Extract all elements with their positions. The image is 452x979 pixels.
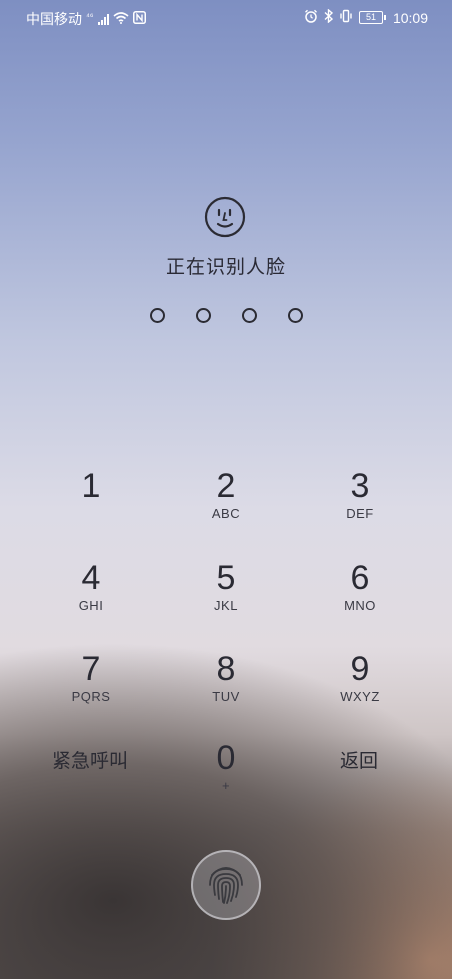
battery-icon: 51 xyxy=(358,11,386,24)
key-letters: TUV xyxy=(212,689,240,704)
face-status-text: 正在识别人脸 xyxy=(165,257,286,278)
key-9[interactable]: 9 WXYZ xyxy=(305,651,415,704)
key-letters: + xyxy=(221,778,231,793)
key-digit: 1 xyxy=(81,467,101,505)
clock: 10:09 xyxy=(392,9,428,26)
key-letters: JKL xyxy=(214,598,238,613)
key-digit: 4 xyxy=(81,559,101,597)
alarm-icon xyxy=(304,9,318,26)
face-recognition-icon xyxy=(204,196,246,238)
key-digit: 2 xyxy=(216,467,236,505)
key-digit: 8 xyxy=(216,650,236,688)
carrier-name: 中国移动 xyxy=(26,11,82,27)
key-letters: DEF xyxy=(346,506,374,521)
fingerprint-icon xyxy=(206,861,246,910)
key-6[interactable]: 6 MNO xyxy=(305,560,415,613)
back-button[interactable]: 返回 xyxy=(340,746,378,773)
key-4[interactable]: 4 GHI xyxy=(36,560,146,613)
network-type: ⁴⁶ xyxy=(86,11,94,21)
key-digit: 7 xyxy=(81,650,101,688)
key-7[interactable]: 7 PQRS xyxy=(36,651,146,704)
key-digit: 3 xyxy=(350,467,370,505)
wifi-icon xyxy=(113,11,129,27)
key-letters: GHI xyxy=(78,598,104,613)
key-0[interactable]: 0 + xyxy=(171,740,281,793)
pin-dot xyxy=(241,308,257,323)
status-bar: 中国移动 ⁴⁶ 51 10:09 xyxy=(0,0,452,34)
key-letters: ABC xyxy=(211,506,241,521)
key-5[interactable]: 5 JKL xyxy=(171,560,281,613)
pin-dots xyxy=(0,308,452,323)
key-digit: 9 xyxy=(350,650,370,688)
emergency-call-button[interactable]: 紧急呼叫 xyxy=(52,746,128,773)
key-letters: PQRS xyxy=(71,689,111,704)
key-1[interactable]: 1 xyxy=(36,468,146,506)
pin-dot xyxy=(195,308,211,323)
bluetooth-icon xyxy=(324,8,334,26)
key-letters: MNO xyxy=(344,598,376,613)
key-2[interactable]: 2 ABC xyxy=(171,468,281,521)
key-digit: 0 xyxy=(216,739,236,777)
fingerprint-button[interactable] xyxy=(191,850,261,920)
pin-dot xyxy=(149,308,165,323)
key-digit: 6 xyxy=(350,559,370,597)
vibrate-icon xyxy=(339,9,353,26)
nfc-icon xyxy=(132,11,146,27)
key-letters: WXYZ xyxy=(340,689,380,704)
key-8[interactable]: 8 TUV xyxy=(171,651,281,704)
signal-icon xyxy=(97,13,109,25)
pin-dot xyxy=(287,308,303,323)
key-digit: 5 xyxy=(216,559,236,597)
key-3[interactable]: 3 DEF xyxy=(305,468,415,521)
